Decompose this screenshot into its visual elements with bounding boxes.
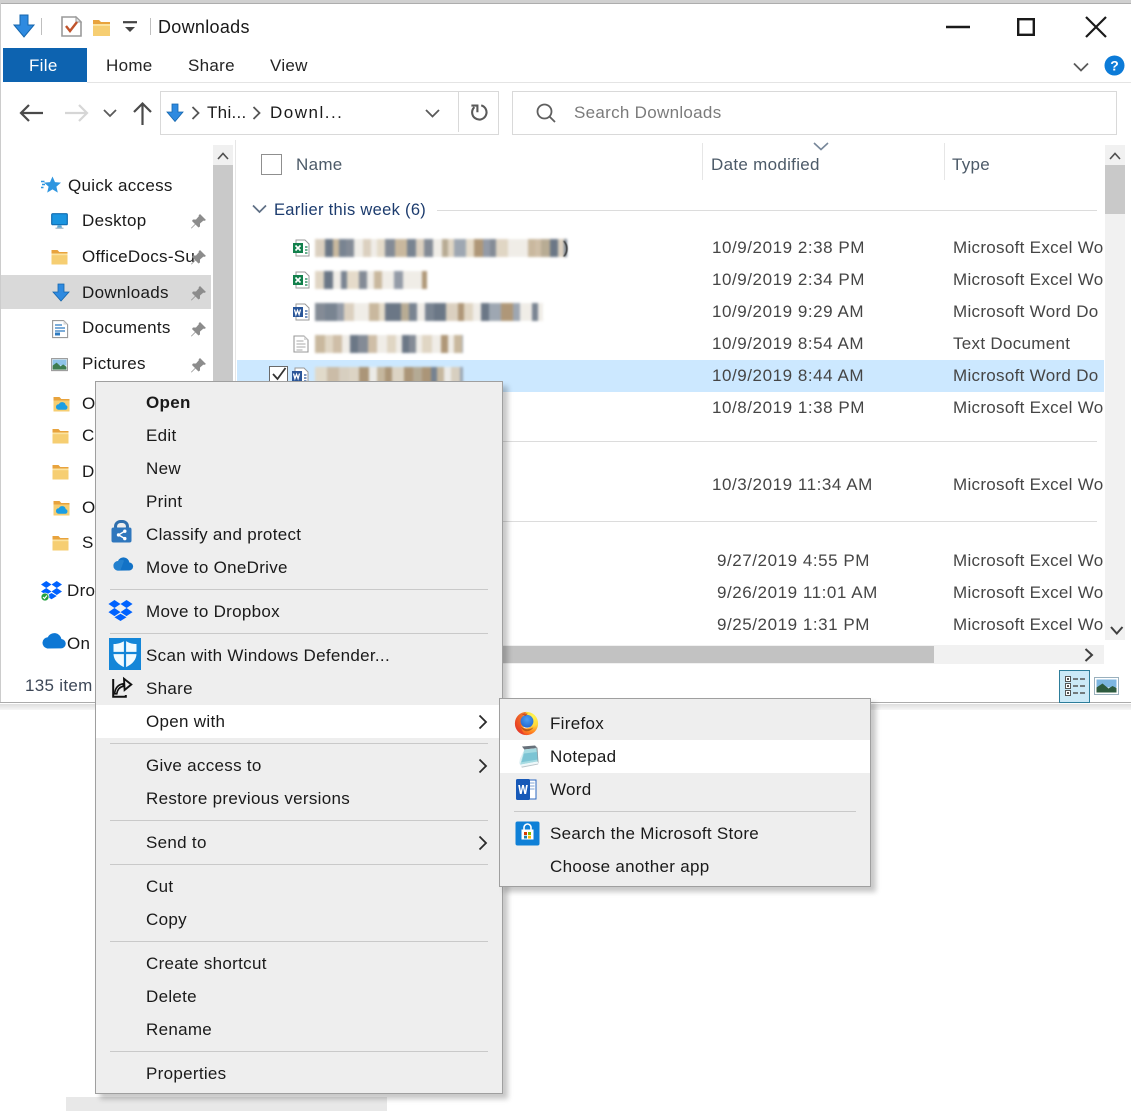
svg-text:?: ?	[1110, 58, 1119, 74]
